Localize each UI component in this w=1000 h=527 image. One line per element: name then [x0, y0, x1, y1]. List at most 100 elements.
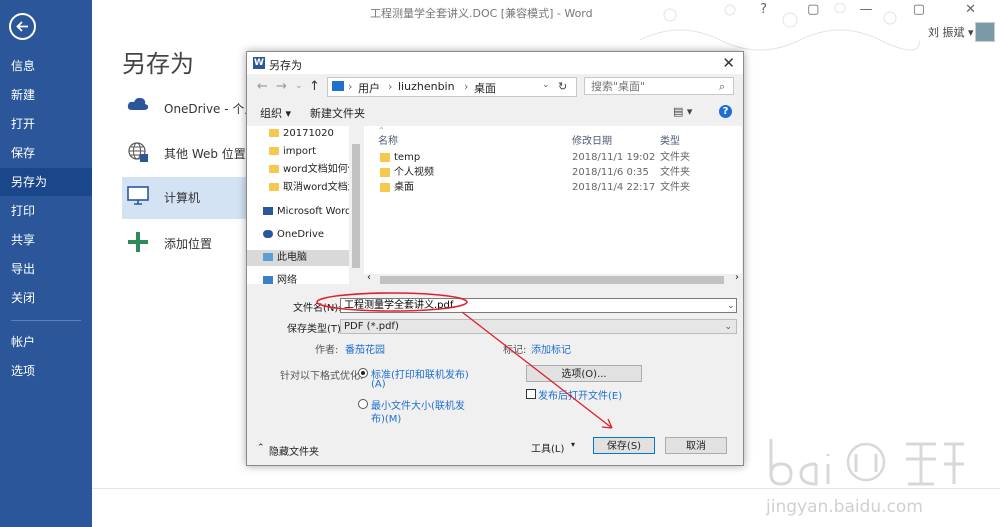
tree-item-folder[interactable]: 取消word文档源: [247, 180, 363, 196]
breadcrumb-desktop[interactable]: 桌面: [474, 80, 496, 96]
nav-open[interactable]: 打开: [0, 110, 92, 138]
tree-item-folder[interactable]: import: [247, 144, 363, 160]
place-web[interactable]: 其他 Web 位置: [122, 133, 252, 171]
tree-scrollbar[interactable]: [349, 126, 363, 284]
filename-input[interactable]: [340, 298, 737, 313]
place-label: OneDrive - 个人: [164, 102, 257, 116]
tree-item-this-pc[interactable]: 此电脑: [247, 250, 363, 266]
tree-item-network[interactable]: 网络: [247, 273, 363, 284]
breadcrumb-users[interactable]: 用户: [358, 80, 380, 96]
chevron-up-icon[interactable]: ⌃: [257, 443, 265, 453]
column-header-type[interactable]: 类型: [660, 132, 680, 147]
back-button[interactable]: [9, 13, 36, 40]
chevron-down-icon[interactable]: ⌄: [295, 81, 303, 91]
options-button[interactable]: 选项(O)...: [526, 365, 642, 382]
save-button[interactable]: 保存(S): [593, 437, 655, 454]
nav-print[interactable]: 打印: [0, 197, 92, 225]
nav-close[interactable]: 关闭: [0, 284, 92, 312]
search-input[interactable]: [584, 77, 734, 95]
tree-item-word[interactable]: Microsoft Word: [247, 204, 363, 220]
tree-item-folder[interactable]: word文档如何保: [247, 162, 363, 178]
breadcrumb-user[interactable]: liuzhenbin: [398, 80, 455, 93]
tools-button[interactable]: 工具(L): [531, 440, 564, 455]
window-title: 工程测量学全套讲义.DOC [兼容模式] - Word: [370, 7, 593, 20]
cancel-button[interactable]: 取消: [665, 437, 727, 454]
navigation-row: ← → ⌄ ↑ › 用户 › liuzhenbin › 桌面 ⌄ ↻ ⌕: [247, 76, 743, 98]
back-arrow-icon: [16, 21, 28, 32]
horizontal-scrollbar[interactable]: ‹ ›: [364, 272, 742, 286]
radio-minimum-label-2[interactable]: 布)(M): [371, 410, 401, 425]
tree-item-folder[interactable]: 20171020: [247, 126, 363, 142]
tree-item-onedrive[interactable]: OneDrive: [247, 227, 363, 243]
nav-info[interactable]: 信息: [0, 52, 92, 80]
nav-save[interactable]: 保存: [0, 139, 92, 167]
save-as-dialog: W 另存为 ✕ ← → ⌄ ↑ › 用户 › liuzhenbin › 桌面 ⌄…: [246, 51, 744, 466]
author-value[interactable]: 番茄花园: [345, 341, 385, 356]
chevron-down-icon[interactable]: ⌄: [542, 80, 550, 90]
refresh-icon[interactable]: ↻: [558, 80, 567, 93]
radio-minimum[interactable]: [358, 399, 368, 409]
chevron-down-icon[interactable]: ⌄: [727, 301, 739, 311]
dialog-close-button[interactable]: ✕: [722, 54, 735, 72]
page-title: 另存为: [122, 50, 194, 78]
back-arrow-icon[interactable]: ←: [257, 79, 268, 94]
organize-button[interactable]: 组织 ▾: [260, 105, 291, 121]
dialog-titlebar[interactable]: W 另存为 ✕: [247, 52, 743, 74]
window-controls[interactable]: ? ▢ — ▢ ✕: [760, 2, 994, 17]
filename-label: 文件名(N):: [293, 303, 342, 314]
folder-icon: [269, 129, 279, 137]
scroll-thumb[interactable]: [352, 144, 360, 268]
location-icon: [332, 81, 344, 91]
folder-icon: [269, 165, 279, 173]
place-label: 添加位置: [164, 237, 213, 251]
scroll-thumb[interactable]: [380, 276, 724, 284]
column-header-name[interactable]: 名称: [378, 132, 398, 147]
place-computer[interactable]: 计算机: [122, 177, 252, 219]
new-folder-button[interactable]: 新建文件夹: [310, 105, 365, 121]
dialog-title: 另存为: [269, 59, 302, 72]
open-after-label[interactable]: 发布后打开文件(E): [538, 387, 622, 402]
optimize-label: 针对以下格式优化:: [280, 371, 364, 382]
up-arrow-icon[interactable]: ↑: [309, 79, 320, 94]
radio-standard[interactable]: [358, 368, 368, 378]
folder-icon: [380, 153, 390, 162]
computer-icon: [263, 253, 273, 261]
address-bar[interactable]: › 用户 › liuzhenbin › 桌面 ⌄ ↻: [327, 77, 577, 97]
cloud-icon: [127, 97, 149, 110]
avatar[interactable]: [975, 22, 995, 42]
place-onedrive[interactable]: OneDrive - 个人: [122, 88, 256, 126]
computer-icon: [127, 186, 149, 205]
chevron-down-icon[interactable]: ▾: [571, 440, 575, 449]
open-after-checkbox[interactable]: [526, 389, 536, 399]
cloud-icon: [263, 230, 273, 238]
place-add[interactable]: 添加位置: [122, 223, 252, 261]
chevron-down-icon: ⌄: [724, 322, 732, 332]
dialog-toolbar: 组织 ▾ 新建文件夹 ▤ ▾ ?: [247, 102, 743, 124]
watermark-url: jingyan.baidu.com: [766, 497, 923, 517]
globe-icon: [128, 142, 148, 162]
tags-value[interactable]: 添加标记: [531, 341, 571, 356]
file-row[interactable]: 个人视频 2018/11/6 0:35 文件夹: [364, 165, 742, 180]
nav-divider: [11, 320, 81, 321]
nav-options[interactable]: 选项: [0, 357, 92, 385]
nav-new[interactable]: 新建: [0, 81, 92, 109]
help-icon[interactable]: ?: [719, 105, 732, 118]
folder-icon: [269, 147, 279, 155]
nav-share[interactable]: 共享: [0, 226, 92, 254]
nav-saveas[interactable]: 另存为: [0, 168, 92, 196]
backstage-sidebar: 信息 新建 打开 保存 另存为 打印 共享 导出 关闭 帐户 选项: [0, 0, 92, 527]
file-row[interactable]: temp 2018/11/1 19:02 文件夹: [364, 150, 742, 165]
place-label: 其他 Web 位置: [164, 147, 246, 161]
column-header-date[interactable]: 修改日期: [572, 132, 612, 147]
filetype-select[interactable]: PDF (*.pdf) ⌄: [340, 319, 737, 334]
place-label: 计算机: [164, 191, 201, 205]
nav-account[interactable]: 帐户: [0, 328, 92, 356]
user-account-name[interactable]: 刘 振斌 ▾: [928, 24, 974, 40]
hide-folders-button[interactable]: 隐藏文件夹: [269, 443, 319, 458]
file-row[interactable]: 桌面 2018/11/4 22:17 文件夹: [364, 180, 742, 195]
forward-arrow-icon[interactable]: →: [276, 79, 287, 94]
radio-standard-label-2[interactable]: (A): [371, 379, 386, 390]
view-options-button[interactable]: ▤ ▾: [673, 105, 692, 118]
folder-icon: [380, 168, 390, 177]
nav-export[interactable]: 导出: [0, 255, 92, 283]
